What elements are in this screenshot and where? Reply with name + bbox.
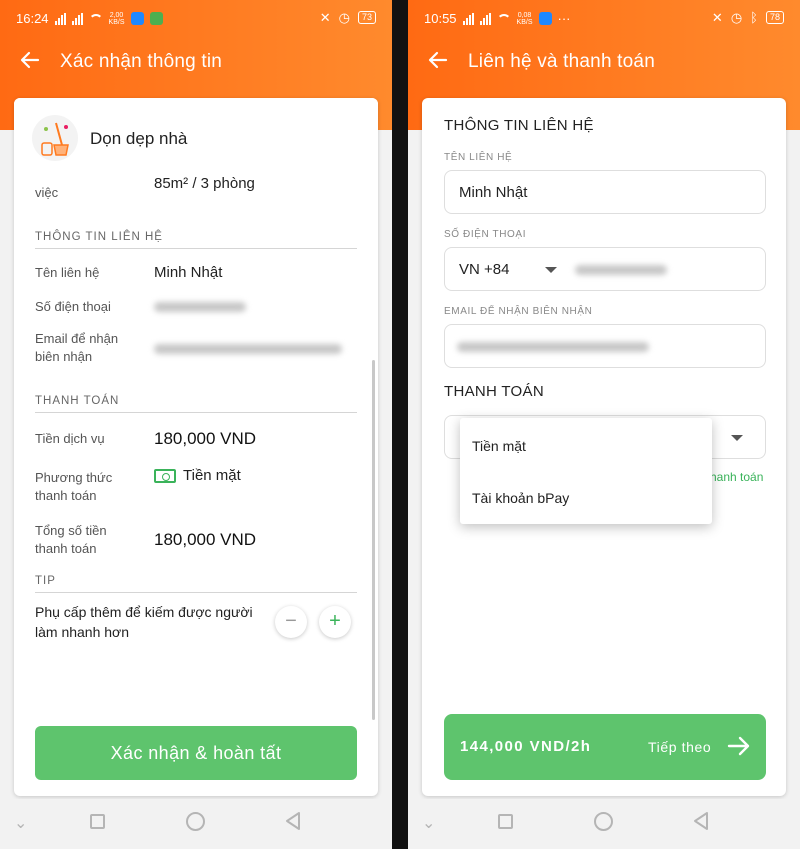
battery-indicator: 73 — [357, 11, 376, 24]
payment-heading: THANH TOÁN — [444, 383, 544, 400]
divider — [35, 248, 357, 249]
contact-name-value: Minh Nhật — [154, 264, 223, 281]
cleaning-service-icon — [32, 115, 78, 161]
total-label-line2: thanh toán — [35, 541, 97, 556]
confirm-complete-button[interactable]: Xác nhận & hoàn tất — [35, 726, 357, 780]
phone-value-redacted — [575, 265, 667, 275]
payment-method-value: Tiền mặt — [183, 467, 241, 484]
tip-description: Phụ cấp thêm để kiếm được người làm nhan… — [35, 604, 253, 640]
status-bar: 10:55 0,08 KB/S ··· ✕ ◷ ᛒ 78 — [408, 0, 800, 38]
mute-icon: ✕ — [711, 10, 723, 25]
wifi-icon — [88, 13, 103, 24]
wifi-icon — [496, 13, 511, 24]
service-fee-label: Tiền dịch vụ — [35, 431, 105, 446]
payment-hint-link[interactable]: hanh toán — [710, 470, 763, 484]
nav-back-icon[interactable] — [284, 811, 302, 836]
status-bar: 16:24 2,00 KB/S ✕ ◷ 73 — [0, 0, 392, 38]
contact-name-label: TÊN LIÊN HỆ — [444, 152, 513, 163]
total-label-line1: Tổng số tiền — [35, 523, 107, 538]
email-value-redacted — [154, 344, 342, 354]
bluetooth-icon: ᛒ — [750, 10, 758, 25]
data-rate: 0,08 KB/S — [516, 11, 533, 26]
phone-label: Số điện thoại — [35, 299, 111, 314]
payment-method-label-line2: thanh toán — [35, 488, 97, 503]
next-button[interactable]: 144,000 VND/2h Tiếp theo — [444, 714, 766, 780]
cash-icon — [154, 469, 176, 483]
back-arrow-icon[interactable] — [18, 48, 42, 72]
next-label: Tiếp theo — [648, 739, 712, 755]
tip-increase-button[interactable]: + — [319, 606, 351, 638]
confirmation-card: Dọn dẹp nhà việc 85m² / 3 phòng THÔNG TI… — [14, 98, 378, 796]
price-per-duration: 144,000 VND/2h — [460, 738, 592, 755]
nav-down-icon[interactable]: ⌄ — [422, 813, 435, 833]
status-time: 16:24 — [16, 11, 49, 26]
app-bar: Xác nhận thông tin — [0, 40, 392, 84]
email-input[interactable] — [444, 324, 766, 368]
country-code-select[interactable]: VN +84 — [459, 261, 509, 278]
scrollbar[interactable] — [372, 360, 375, 720]
nav-down-icon[interactable]: ⌄ — [14, 813, 27, 833]
service-header: Dọn dẹp nhà — [14, 98, 378, 170]
tip-section-title: TIP — [35, 575, 56, 587]
system-nav-bar: ⌄ — [0, 799, 392, 849]
contact-name-input[interactable]: Minh Nhật — [444, 170, 766, 214]
comparison-screenshots: 16:24 2,00 KB/S ✕ ◷ 73 Xác nhận thông ti… — [0, 0, 800, 849]
page-title: Liên hệ và thanh toán — [468, 51, 655, 72]
payment-section-title: THANH TOÁN — [35, 395, 120, 407]
alarm-icon: ◷ — [730, 10, 743, 25]
total-value: 180,000 VND — [154, 530, 257, 549]
mute-icon: ✕ — [319, 10, 331, 25]
payment-method-dropdown: Tiền mặt Tài khoản bPay — [460, 418, 712, 524]
status-time: 10:55 — [424, 11, 457, 26]
dropdown-option-bpay[interactable]: Tài khoản bPay — [472, 490, 569, 506]
email-label: EMAIL ĐỂ NHẬN BIÊN NHẬN — [444, 306, 593, 317]
service-fee-value: 180,000 VND — [154, 429, 257, 448]
contact-payment-screen: 10:55 0,08 KB/S ··· ✕ ◷ ᛒ 78 Liên hệ và … — [408, 0, 800, 849]
divider — [35, 592, 357, 593]
payment-caret-icon[interactable] — [731, 435, 743, 441]
phone-value-redacted — [154, 302, 246, 312]
system-nav-bar: ⌄ — [408, 799, 800, 849]
data-rate: 2,00 KB/S — [108, 11, 125, 26]
contact-section-title: THÔNG TIN LIÊN HỆ — [35, 231, 163, 243]
nav-back-icon[interactable] — [692, 811, 710, 836]
contact-name-value: Minh Nhật — [459, 184, 528, 201]
chat-app-icon — [149, 12, 163, 25]
contact-payment-card: THÔNG TIN LIÊN HỆ TÊN LIÊN HỆ Minh Nhật … — [422, 98, 786, 796]
email-value-redacted — [457, 342, 649, 352]
signal-icon — [462, 12, 474, 25]
back-arrow-icon[interactable] — [426, 48, 450, 72]
signal-icon-2 — [71, 12, 83, 25]
nav-home-icon[interactable] — [186, 812, 205, 831]
country-caret-icon[interactable] — [545, 267, 557, 273]
signal-icon — [54, 12, 66, 25]
confirm-info-screen: 16:24 2,00 KB/S ✕ ◷ 73 Xác nhận thông ti… — [0, 0, 392, 849]
nav-recents-icon[interactable] — [498, 814, 513, 829]
more-icon: ··· — [557, 11, 571, 26]
nav-home-icon[interactable] — [594, 812, 613, 831]
workload-label: việc — [35, 185, 59, 200]
page-title: Xác nhận thông tin — [60, 51, 223, 72]
contact-heading: THÔNG TIN LIÊN HỆ — [444, 117, 594, 134]
service-name: Dọn dẹp nhà — [90, 129, 188, 148]
app-bar: Liên hệ và thanh toán — [408, 40, 800, 84]
messenger-icon — [130, 12, 144, 25]
phone-input[interactable]: VN +84 — [444, 247, 766, 291]
email-label-line2: biên nhận — [35, 349, 93, 364]
payment-method-label-line1: Phương thức — [35, 470, 113, 485]
contact-name-label: Tên liên hệ — [35, 265, 100, 280]
bluetooth-app-icon — [538, 12, 552, 25]
phone-label: SỐ ĐIỆN THOẠI — [444, 229, 527, 240]
email-label-line1: Email để nhận — [35, 331, 119, 346]
dropdown-option-cash[interactable]: Tiền mặt — [472, 438, 526, 454]
divider — [35, 412, 357, 413]
signal-icon-2 — [479, 12, 491, 25]
tip-decrease-button[interactable]: − — [275, 606, 307, 638]
battery-indicator: 78 — [765, 11, 784, 24]
arrow-right-icon — [726, 733, 752, 759]
workload-value: 85m² / 3 phòng — [154, 175, 255, 192]
alarm-icon: ◷ — [338, 10, 350, 25]
nav-recents-icon[interactable] — [90, 814, 105, 829]
